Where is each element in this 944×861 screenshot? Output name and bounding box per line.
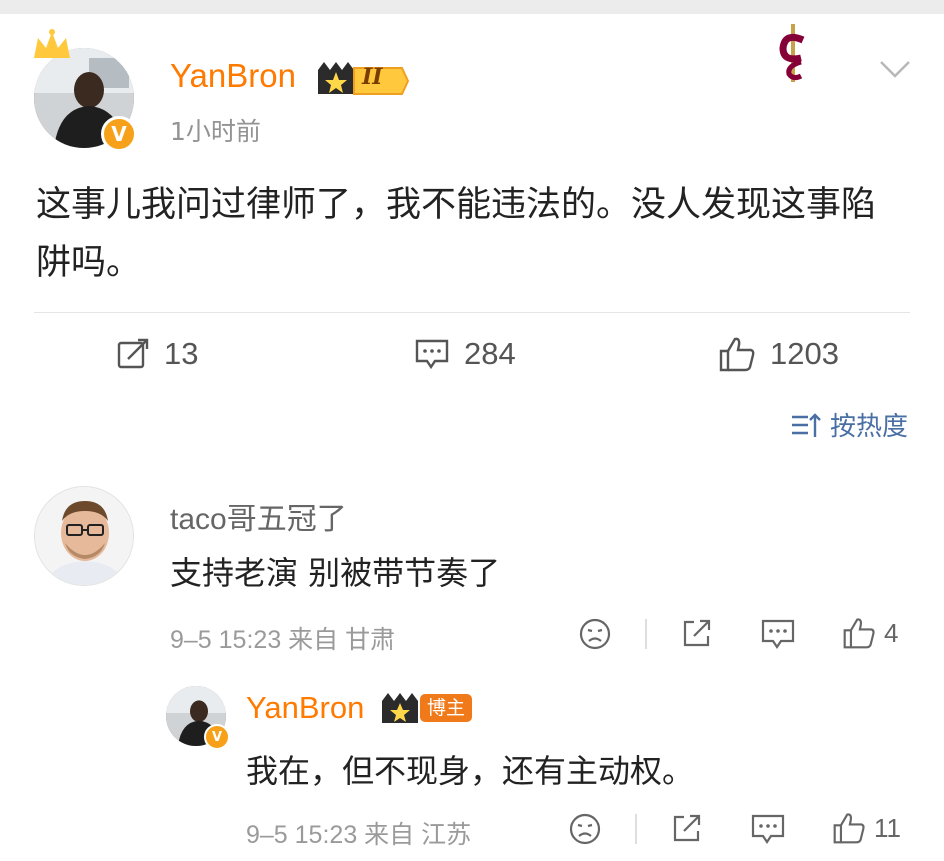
crown-icon xyxy=(30,28,74,68)
team-logo-icon xyxy=(775,22,811,90)
post-body: 这事儿我问过律师了，我不能违法的。没人发现这事陷阱吗。 xyxy=(36,185,877,283)
sort-label: 按热度 xyxy=(829,412,908,442)
reply-like-button[interactable]: 11 xyxy=(832,811,901,845)
thumbs-up-icon xyxy=(843,618,875,649)
repost-icon xyxy=(117,338,149,369)
reply-text: 我在，但不现身，还有主动权。 xyxy=(246,752,695,790)
share-icon[interactable] xyxy=(670,811,704,845)
verified-icon: V xyxy=(101,116,137,152)
reply-author[interactable]: YanBron xyxy=(246,690,364,726)
comment-text: 支持老演 别被带节奏了 xyxy=(170,554,501,592)
status-strip xyxy=(0,0,944,14)
dislike-icon[interactable] xyxy=(578,617,612,651)
share-icon[interactable] xyxy=(680,616,714,650)
more-chevron-icon[interactable] xyxy=(878,58,912,84)
comment-button[interactable]: 284 xyxy=(414,334,516,374)
reply-icon[interactable] xyxy=(750,812,786,846)
separator xyxy=(635,814,637,844)
post-time: 1小时前 xyxy=(170,117,261,146)
member-level-text: II xyxy=(362,64,383,90)
like-button[interactable]: 1203 xyxy=(718,334,839,374)
comment-icon xyxy=(415,339,449,370)
repost-count: 13 xyxy=(164,336,199,371)
separator xyxy=(645,619,647,649)
reply-like-count: 11 xyxy=(874,812,901,843)
reply-meta: 9–5 15:23 来自 江苏 xyxy=(246,821,472,849)
comment-avatar[interactable] xyxy=(34,486,134,586)
thumbs-up-icon xyxy=(833,813,865,844)
sort-icon xyxy=(791,412,821,437)
member-level-badge: II xyxy=(314,60,410,100)
comment-author[interactable]: taco哥五冠了 xyxy=(170,494,347,538)
reply-icon[interactable] xyxy=(760,617,796,651)
divider xyxy=(34,312,910,313)
comment-count: 284 xyxy=(464,336,516,371)
sort-by-hot-button[interactable]: 按热度 xyxy=(790,406,908,443)
comment-like-count: 4 xyxy=(884,617,899,648)
comment-like-button[interactable]: 4 xyxy=(842,616,898,650)
author-badge: 博主 xyxy=(420,694,473,722)
dislike-icon[interactable] xyxy=(568,812,602,846)
repost-button[interactable]: 13 xyxy=(116,334,198,374)
comment-meta: 9–5 15:23 来自 甘肃 xyxy=(170,626,396,654)
member-level-badge xyxy=(380,691,420,729)
thumbs-up-icon xyxy=(719,337,755,372)
verified-icon: V xyxy=(204,724,230,750)
like-count: 1203 xyxy=(770,336,839,371)
post-author-name[interactable]: YanBron xyxy=(170,57,296,95)
